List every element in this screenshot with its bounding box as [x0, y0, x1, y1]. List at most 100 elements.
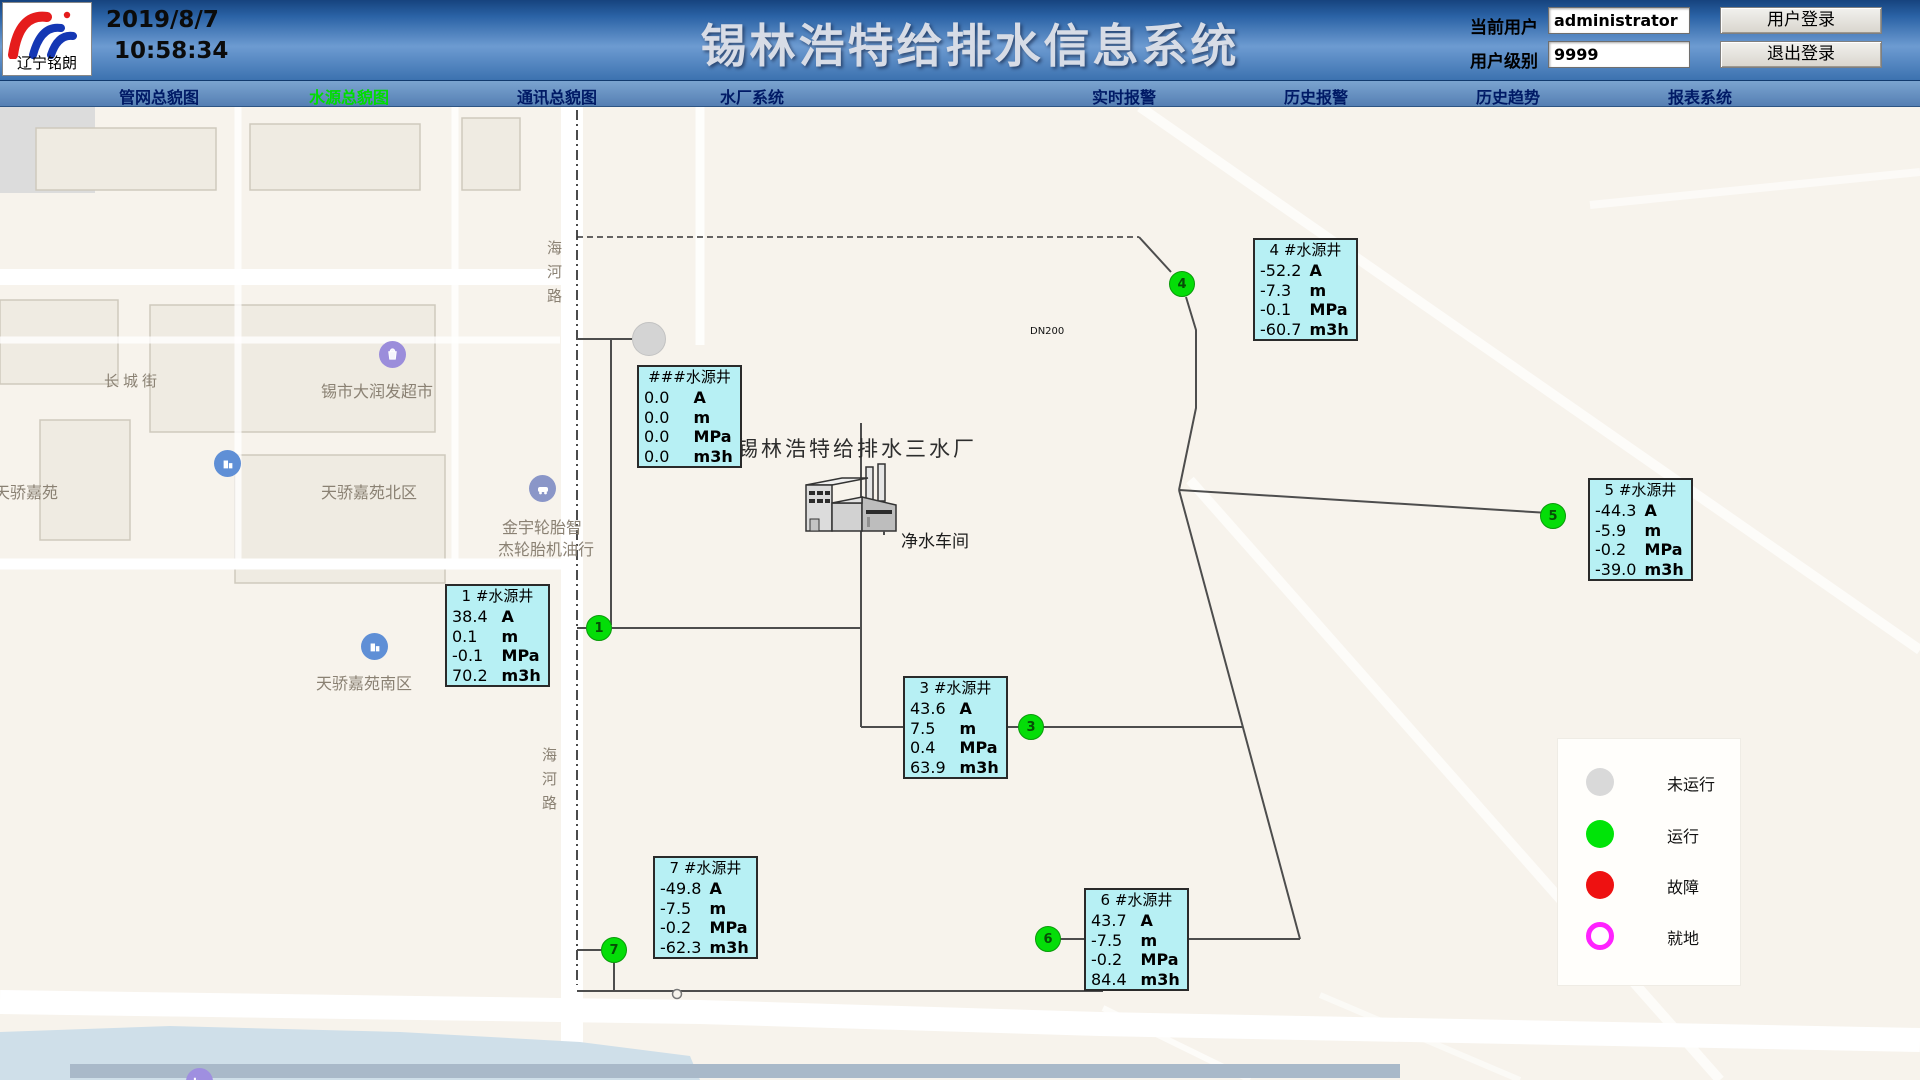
well-value: 70.2 — [447, 666, 502, 686]
nav-report-system[interactable]: 报表系统 — [1668, 84, 1732, 108]
well-unit: m — [1141, 931, 1187, 951]
running-status-dot — [1586, 820, 1614, 848]
nav-communication-overview[interactable]: 通讯总貌图 — [517, 84, 597, 108]
legend-label: 运行 — [1667, 823, 1699, 847]
well-marker-number: 5 — [1548, 509, 1557, 524]
well-panel-title: ###水源井 — [639, 368, 740, 388]
well-marker-1[interactable]: 1 — [586, 615, 612, 641]
legend-row-local: 就地 — [1558, 922, 1740, 950]
well-value: 7.5 — [905, 719, 960, 739]
well-unit: MPa — [1141, 950, 1187, 970]
well-unit: m — [694, 408, 740, 428]
well-panel-unassigned[interactable]: ###水源井 0.0A 0.0m 0.0MPa 0.0m3h — [637, 365, 742, 468]
user-level-field[interactable]: 9999 — [1548, 41, 1690, 68]
well-unit: m3h — [960, 758, 1006, 778]
nav-water-plant-system[interactable]: 水厂系统 — [720, 84, 784, 108]
poi-label-hotel: 垠东旅店 — [88, 1075, 156, 1080]
well-unit: m — [710, 899, 756, 919]
residence-north-icon — [214, 450, 241, 477]
nav-history-trend[interactable]: 历史趋势 — [1476, 84, 1540, 108]
well-panel-title: 5 #水源井 — [1590, 481, 1691, 501]
well-unit: MPa — [1645, 540, 1691, 560]
well-unit: m — [960, 719, 1006, 739]
well-marker-number: 3 — [1026, 720, 1035, 735]
poi-label-tire-shop-line1: 金宇轮胎智 — [502, 514, 582, 538]
well-marker-unassigned[interactable] — [632, 322, 666, 356]
nav-water-source-overview[interactable]: 水源总貌图 — [309, 84, 389, 108]
current-time: 10:58:34 — [106, 36, 228, 67]
well-marker-4[interactable]: 4 — [1169, 271, 1195, 297]
legend-row-stopped: 未运行 — [1558, 768, 1740, 796]
scada-screen: 辽宁铭朗 2019/8/7 10:58:34 锡林浩特给排水信息系统 当前用户 … — [0, 0, 1920, 1080]
stopped-status-dot — [1586, 768, 1614, 796]
well-unit: m3h — [710, 938, 756, 958]
legend-label: 故障 — [1667, 874, 1699, 898]
well-value: 0.0 — [639, 427, 694, 447]
well-unit: m3h — [1141, 970, 1187, 990]
supermarket-icon — [379, 341, 406, 368]
well-panel-5[interactable]: 5 #水源井 -44.3A -5.9m -0.2MPa -39.0m3h — [1588, 478, 1693, 581]
well-marker-number: 1 — [594, 621, 603, 636]
nav-history-alarm[interactable]: 历史报警 — [1284, 84, 1348, 108]
well-value: -52.2 — [1255, 261, 1310, 281]
well-unit: m — [502, 627, 548, 647]
well-unit: m3h — [1310, 320, 1356, 340]
well-value: 0.0 — [639, 408, 694, 428]
map-canvas[interactable]: 锡林浩特给排水三水厂 净水车间 DN200 长城街 海河路 海河路 那达慕大街 … — [0, 107, 1920, 1080]
well-unit: A — [1141, 911, 1187, 931]
well-unit: A — [694, 388, 740, 408]
poi-label-tire-shop-line2: 杰轮胎机油行 — [498, 536, 594, 560]
well-unit: MPa — [502, 646, 548, 666]
well-unit: A — [710, 879, 756, 899]
poi-label-tianjiao-north: 天骄嘉苑北区 — [321, 479, 417, 503]
well-panel-7[interactable]: 7 #水源井 -49.8A -7.5m -0.2MPa -62.3m3h — [653, 856, 758, 959]
local-status-ring — [1586, 922, 1614, 950]
well-panel-title: 4 #水源井 — [1255, 241, 1356, 261]
well-panel-4[interactable]: 4 #水源井 -52.2A -7.3m -0.1MPa -60.7m3h — [1253, 238, 1358, 341]
nav-realtime-alarm[interactable]: 实时报警 — [1092, 84, 1156, 108]
well-value: 38.4 — [447, 607, 502, 627]
well-value: -0.1 — [1255, 300, 1310, 320]
poi-label-tianjiao-south: 天骄嘉苑南区 — [316, 670, 412, 694]
well-unit: m3h — [694, 447, 740, 467]
well-panel-1[interactable]: 1 #水源井 38.4A 0.1m -0.1MPa 70.2m3h — [445, 584, 550, 687]
residence-south-icon — [361, 633, 388, 660]
company-logo: 辽宁铭朗 — [2, 2, 92, 76]
well-value: -5.9 — [1590, 521, 1645, 541]
logout-button[interactable]: 退出登录 — [1720, 41, 1882, 68]
well-unit: A — [502, 607, 548, 627]
login-button[interactable]: 用户登录 — [1720, 7, 1882, 34]
well-panel-3[interactable]: 3 #水源井 43.6A 7.5m 0.4MPa 63.9m3h — [903, 676, 1008, 779]
well-value: -60.7 — [1255, 320, 1310, 340]
nav-pipe-network-overview[interactable]: 管网总貌图 — [119, 84, 199, 108]
poi-label-supermarket: 锡市大润发超市 — [321, 378, 433, 402]
well-marker-7[interactable]: 7 — [601, 937, 627, 963]
current-date: 2019/8/7 — [106, 5, 228, 36]
well-unit: MPa — [1310, 300, 1356, 320]
poi-label-tianjiao: 天骄嘉苑 — [0, 479, 58, 503]
logo-label: 辽宁铭朗 — [3, 52, 91, 73]
well-value: 63.9 — [905, 758, 960, 778]
well-marker-6[interactable]: 6 — [1035, 926, 1061, 952]
well-value: -62.3 — [655, 938, 710, 958]
well-marker-5[interactable]: 5 — [1540, 503, 1566, 529]
well-unit: MPa — [710, 918, 756, 938]
well-panel-6[interactable]: 6 #水源井 43.7A -7.5m -0.2MPa 84.4m3h — [1084, 888, 1189, 991]
user-level-label: 用户级别 — [1470, 47, 1538, 72]
well-panel-title: 6 #水源井 — [1086, 891, 1187, 911]
well-value: 84.4 — [1086, 970, 1141, 990]
pipe-size-label: DN200 — [1030, 326, 1064, 337]
road-label-changcheng: 长城街 — [104, 370, 161, 391]
current-user-field[interactable]: administrator — [1548, 7, 1690, 34]
workshop-label: 净水车间 — [901, 527, 969, 552]
well-value: -7.3 — [1255, 281, 1310, 301]
logo-swoosh-icon — [3, 3, 91, 59]
well-marker-3[interactable]: 3 — [1018, 714, 1044, 740]
legend-row-running: 运行 — [1558, 820, 1740, 848]
well-unit: MPa — [960, 738, 1006, 758]
well-unit: A — [960, 699, 1006, 719]
well-unit: A — [1645, 501, 1691, 521]
status-legend: 未运行 运行 故障 就地 — [1557, 738, 1741, 986]
well-value: -0.2 — [1590, 540, 1645, 560]
factory-icon — [798, 463, 918, 535]
